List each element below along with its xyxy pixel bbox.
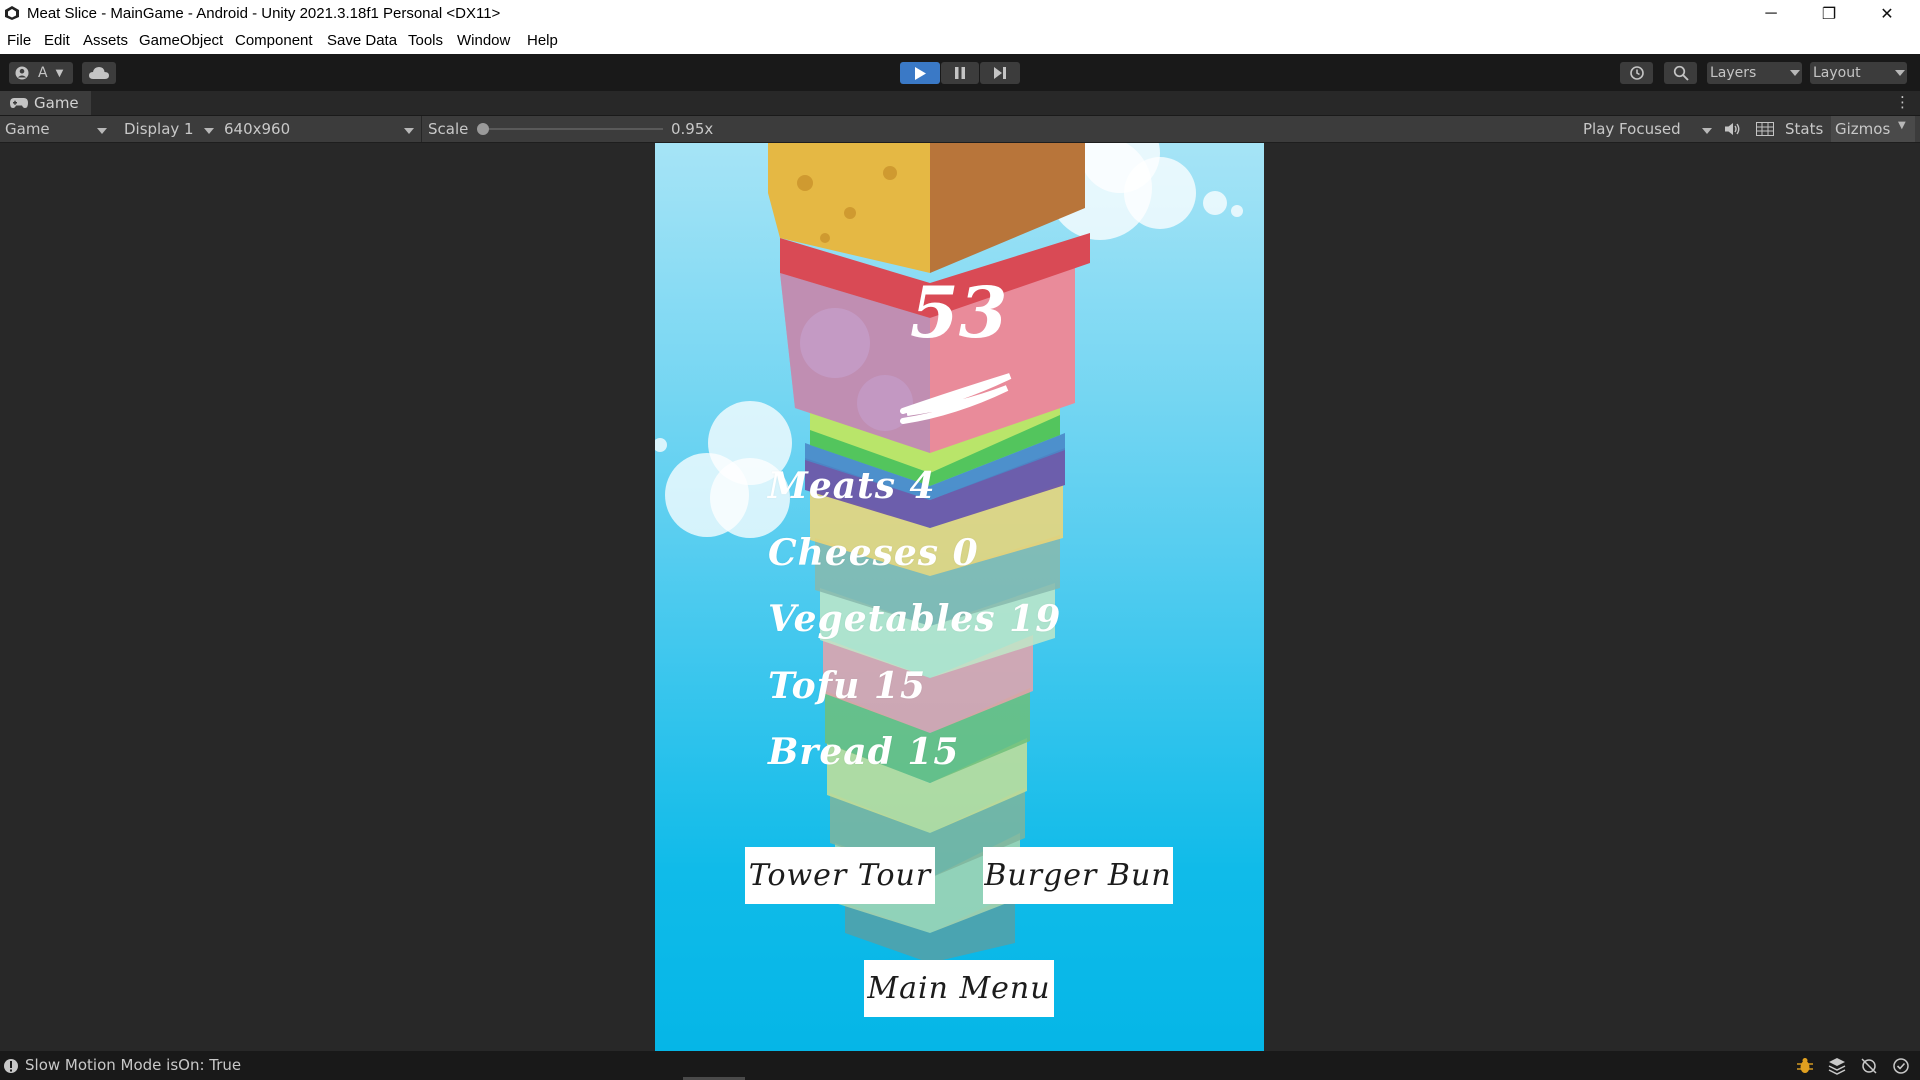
stat-tofu: Tofu 15 xyxy=(768,665,926,707)
scale-slider-thumb[interactable] xyxy=(477,123,489,135)
close-button[interactable]: ✕ xyxy=(1858,0,1916,27)
game-viewport[interactable]: 53 Meats 4 Cheeses 0 Vegetables 19 Tofu … xyxy=(655,143,1264,1051)
debug-bug-icon[interactable] xyxy=(1796,1057,1814,1075)
menu-window[interactable]: Window xyxy=(457,32,510,49)
minimize-button[interactable]: ─ xyxy=(1742,0,1800,27)
menu-bar: File Edit Assets GameObject Component Sa… xyxy=(0,27,1920,54)
burger-bun-button[interactable]: Burger Bun xyxy=(983,847,1173,904)
gizmos-button[interactable]: Gizmos xyxy=(1835,120,1890,138)
stat-cheeses-label: Cheeses xyxy=(768,532,940,574)
mute-audio-icon[interactable] xyxy=(1724,122,1740,136)
unity-logo-icon xyxy=(5,6,19,20)
cloud-icon xyxy=(89,67,109,79)
stat-vegetables-label: Vegetables xyxy=(768,598,996,640)
layers-dropdown[interactable]: Layers xyxy=(1707,62,1802,84)
cloud-button[interactable] xyxy=(82,62,116,84)
stat-vegetables: Vegetables 19 xyxy=(768,598,1061,640)
stat-tofu-label: Tofu xyxy=(768,665,861,707)
restore-icon: ❐ xyxy=(1821,5,1837,23)
play-button[interactable] xyxy=(900,62,940,84)
stat-meats-value: 4 xyxy=(909,465,936,507)
history-icon xyxy=(1629,66,1644,80)
display-dropdown[interactable]: Display 1 xyxy=(124,120,216,138)
layout-dropdown[interactable]: Layout xyxy=(1810,62,1907,84)
menu-help[interactable]: Help xyxy=(527,32,558,49)
menu-tools[interactable]: Tools xyxy=(408,32,443,49)
stack-layers-icon[interactable] xyxy=(1828,1057,1846,1075)
view-mode-label: Game xyxy=(5,120,50,138)
scale-slider-track[interactable] xyxy=(481,128,663,130)
info-icon xyxy=(4,1059,18,1073)
stat-bread-value: 15 xyxy=(907,731,960,773)
menu-gameobject[interactable]: GameObject xyxy=(139,32,223,49)
window-titlebar: Meat Slice - MainGame - Android - Unity … xyxy=(0,0,1920,27)
stats-button[interactable]: Stats xyxy=(1785,120,1823,138)
play-mode-label: Play Focused xyxy=(1583,120,1681,138)
stat-tofu-value: 15 xyxy=(873,665,926,707)
tab-game[interactable]: Game xyxy=(0,91,91,115)
pause-icon xyxy=(955,67,965,79)
stat-meats: Meats 4 xyxy=(768,465,936,507)
restore-button[interactable]: ❐ xyxy=(1800,0,1858,27)
scale-label: Scale xyxy=(428,120,469,138)
menu-assets[interactable]: Assets xyxy=(83,32,128,49)
menu-save-data[interactable]: Save Data xyxy=(327,32,397,49)
stat-cheeses-value: 0 xyxy=(952,532,979,574)
layout-label: Layout xyxy=(1813,65,1861,81)
scale-value: 0.95x xyxy=(671,120,714,138)
account-label: A xyxy=(38,65,48,81)
stat-vegetables-value: 19 xyxy=(1009,598,1062,640)
disabled-network-icon[interactable] xyxy=(1860,1057,1878,1075)
gamepad-icon xyxy=(10,98,28,108)
stat-bread-label: Bread xyxy=(768,731,894,773)
menu-edit[interactable]: Edit xyxy=(44,32,70,49)
checkmark-circle-icon[interactable] xyxy=(1892,1057,1910,1075)
stats-grid-icon[interactable] xyxy=(1756,122,1774,136)
close-icon: ✕ xyxy=(1880,5,1894,23)
resolution-label: 640x960 xyxy=(224,120,291,138)
stat-bread: Bread 15 xyxy=(768,731,959,773)
status-message[interactable]: Slow Motion Mode isOn: True xyxy=(25,1056,241,1074)
more-options-icon[interactable]: ⋮ xyxy=(1895,93,1910,111)
display-label: Display 1 xyxy=(124,120,194,138)
account-dropdown[interactable]: A ▼ xyxy=(9,62,73,84)
gizmos-chevron-down-icon[interactable]: ▼ xyxy=(1898,120,1906,131)
stat-cheeses: Cheeses 0 xyxy=(768,532,979,574)
editor-tab-bar: Game ⋮ xyxy=(0,91,1920,116)
game-view-bar: Game Display 1 640x960 Scale 0.95x Play … xyxy=(0,116,1920,143)
history-button[interactable] xyxy=(1620,62,1653,84)
menu-component[interactable]: Component xyxy=(235,32,313,49)
window-title: Meat Slice - MainGame - Android - Unity … xyxy=(27,5,501,22)
tower-tour-button[interactable]: Tower Tour xyxy=(745,847,935,904)
main-toolbar: A ▼ Layers Layout xyxy=(0,54,1920,91)
score-value: 53 xyxy=(910,271,1008,354)
chevron-down-icon: ▼ xyxy=(55,67,64,79)
search-icon xyxy=(1673,65,1689,81)
divider xyxy=(421,116,422,142)
play-icon xyxy=(915,66,926,80)
resolution-dropdown[interactable]: 640x960 xyxy=(224,120,416,138)
menu-file[interactable]: File xyxy=(7,32,31,49)
stat-meats-label: Meats xyxy=(768,465,896,507)
search-button[interactable] xyxy=(1664,62,1697,84)
step-button[interactable] xyxy=(980,62,1020,84)
tab-game-label: Game xyxy=(34,94,79,112)
pause-button[interactable] xyxy=(941,62,979,84)
minimize-icon: ─ xyxy=(1765,4,1777,22)
step-icon xyxy=(994,67,1006,79)
view-mode-dropdown[interactable]: Game xyxy=(5,120,109,138)
layers-label: Layers xyxy=(1710,65,1757,81)
play-mode-dropdown[interactable]: Play Focused xyxy=(1583,120,1714,138)
main-menu-button[interactable]: Main Menu xyxy=(864,960,1054,1017)
account-icon xyxy=(15,66,29,80)
status-bar: Slow Motion Mode isOn: True xyxy=(0,1051,1920,1080)
